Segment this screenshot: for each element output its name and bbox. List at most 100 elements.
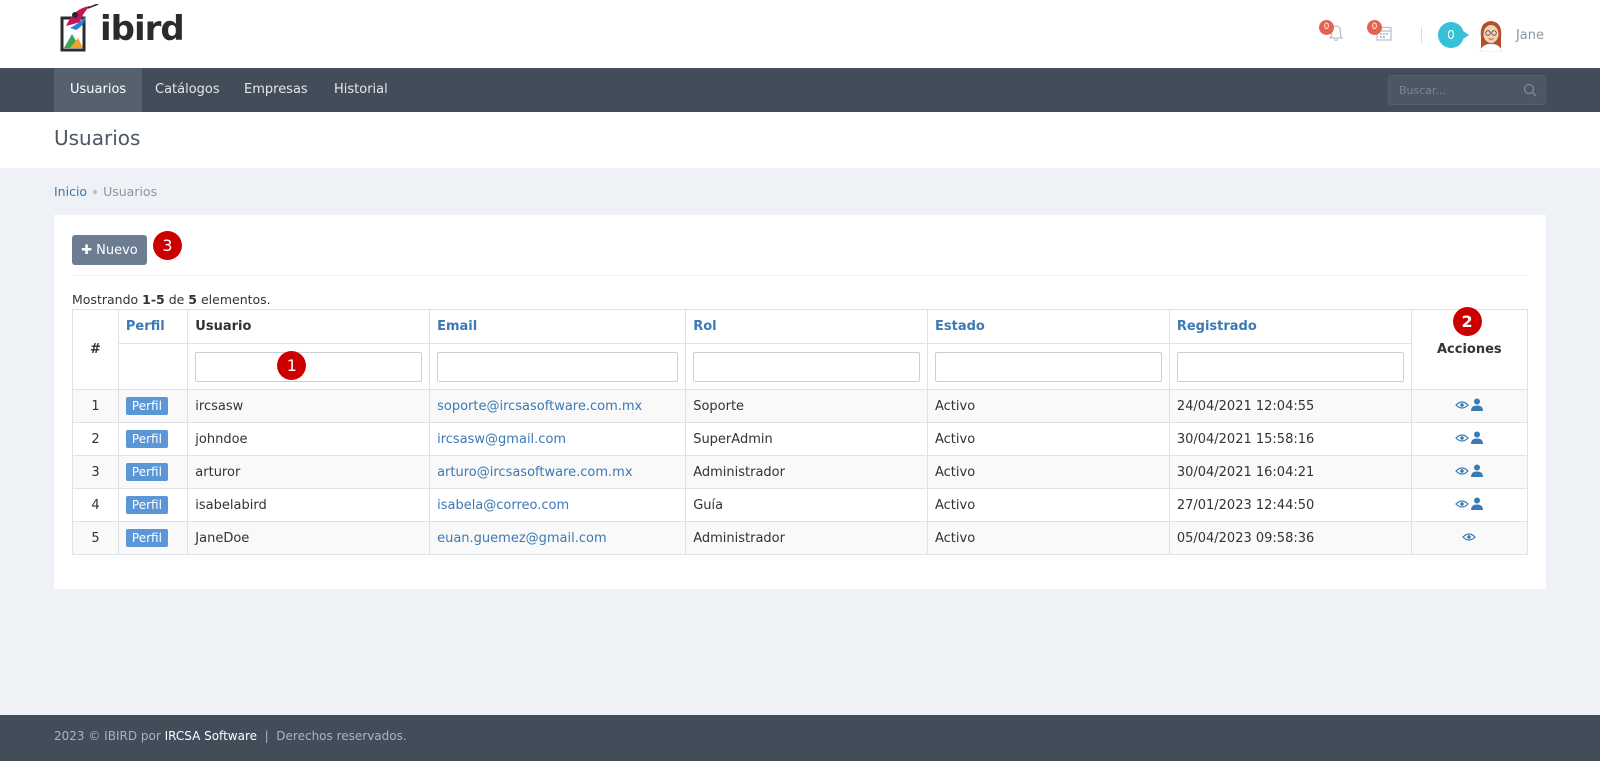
header-actions: 0 0 0 Jane	[1318, 18, 1544, 53]
cell-email-link[interactable]: soporte@ircsasoftware.com.mx	[437, 399, 642, 414]
new-user-label: Nuevo	[96, 242, 138, 258]
row-number: 1	[72, 389, 119, 423]
breadcrumb-home-link[interactable]: Inicio	[54, 184, 87, 199]
page-title: Usuarios	[54, 126, 141, 150]
cell-rol: Soporte	[685, 389, 928, 423]
cell-estado: Activo	[927, 488, 1170, 522]
results-summary: Mostrando 1-5 de 5 elementos.	[72, 292, 271, 307]
view-eye-icon[interactable]	[1462, 531, 1477, 546]
filter-cell-perfil	[117, 343, 189, 390]
notifications-badge: 0	[1318, 20, 1334, 35]
cell-usuario: johndoe	[187, 422, 431, 456]
cell-registrado: 27/01/2023 12:44:50	[1168, 488, 1412, 522]
cell-email-link[interactable]: arturo@ircsasoftware.com.mx	[437, 465, 632, 480]
view-eye-icon[interactable]	[1455, 498, 1470, 513]
users-panel: ✚ Nuevo 3 Mostrando 1-5 de 5 elementos. …	[54, 215, 1546, 589]
search-icon[interactable]	[1523, 83, 1537, 101]
cell-registrado: 30/04/2021 16:04:21	[1168, 455, 1412, 489]
perfil-button[interactable]: Perfil	[125, 397, 168, 415]
calendar-badge: 0	[1366, 20, 1382, 35]
hummingbird-logo-icon	[56, 3, 100, 54]
estado-filter-input[interactable]	[935, 351, 1162, 382]
column-header-rol[interactable]: Rol	[685, 309, 928, 344]
view-eye-icon[interactable]	[1455, 465, 1470, 480]
cell-email-link[interactable]: euan.guemez@gmail.com	[437, 531, 607, 546]
summary-middle: de	[164, 292, 189, 307]
filter-cell-estado	[927, 343, 1170, 390]
summary-suffix: elementos.	[197, 292, 271, 307]
cell-registrado: 24/04/2021 12:04:55	[1168, 389, 1412, 423]
view-eye-icon[interactable]	[1455, 432, 1470, 447]
breadcrumb: Inicio Usuarios	[54, 184, 157, 199]
messages-count-bubble[interactable]: 0	[1437, 22, 1469, 48]
cell-acciones	[1410, 488, 1529, 522]
table-row: 4 Perfil isabelabird isabela@correo.com …	[72, 488, 1529, 522]
footer-company-link[interactable]: IRCSA Software	[165, 729, 257, 743]
column-header-usuario: Usuario	[187, 309, 431, 344]
row-number: 2	[72, 422, 119, 456]
cell-rol: Administrador	[685, 521, 928, 555]
nav-item-historial[interactable]: Historial	[318, 68, 404, 112]
cell-estado: Activo	[927, 422, 1170, 456]
cell-acciones	[1410, 521, 1529, 555]
cell-estado: Activo	[927, 455, 1170, 489]
main-nav: Usuarios Catálogos Empresas Historial	[0, 68, 1600, 112]
row-number: 4	[72, 488, 119, 522]
nav-item-catalogos[interactable]: Catálogos	[139, 68, 236, 112]
search-input[interactable]	[1389, 76, 1509, 104]
perfil-button[interactable]: Perfil	[125, 430, 168, 448]
user-profile-icon[interactable]	[1471, 398, 1484, 415]
filter-row: 1	[73, 343, 1528, 390]
usuario-filter-input[interactable]	[195, 351, 423, 382]
view-eye-icon[interactable]	[1455, 399, 1470, 414]
users-table: # Perfil Usuario Email Rol Estado Regist…	[72, 307, 1529, 555]
column-header-estado[interactable]: Estado	[927, 309, 1170, 344]
cell-usuario: arturor	[187, 455, 431, 489]
table-row: 1 Perfil ircsasw soporte@ircsasoftware.c…	[72, 389, 1529, 423]
summary-total: 5	[188, 292, 197, 307]
cell-usuario: JaneDoe	[187, 521, 431, 555]
filter-cell-usuario: 1	[187, 343, 431, 390]
acciones-label: Acciones	[1436, 342, 1502, 357]
nav-item-empresas[interactable]: Empresas	[228, 68, 324, 112]
user-profile-icon[interactable]	[1471, 497, 1484, 514]
user-name[interactable]: Jane	[1516, 28, 1544, 43]
perfil-button[interactable]: Perfil	[125, 463, 168, 481]
table-row: 5 Perfil JaneDoe euan.guemez@gmail.com A…	[72, 521, 1529, 555]
notifications-button[interactable]: 0	[1318, 20, 1351, 50]
user-profile-icon[interactable]	[1471, 431, 1484, 448]
rol-filter-input[interactable]	[693, 351, 920, 382]
column-header-registrado[interactable]: Registrado	[1168, 309, 1412, 344]
filter-cell-rol	[685, 343, 928, 390]
perfil-button[interactable]: Perfil	[125, 496, 168, 514]
cell-usuario: ircsasw	[187, 389, 431, 423]
column-header-number: #	[72, 309, 119, 390]
plus-icon: ✚	[81, 242, 93, 258]
user-avatar[interactable]	[1476, 18, 1506, 53]
cell-email-link[interactable]: ircsasw@gmail.com	[437, 432, 566, 447]
breadcrumb-current: Usuarios	[103, 184, 158, 199]
column-header-perfil[interactable]: Perfil	[117, 309, 189, 344]
cell-registrado: 30/04/2021 15:58:16	[1168, 422, 1412, 456]
registrado-filter-input[interactable]	[1176, 351, 1404, 382]
logo[interactable]: ibird	[56, 3, 185, 54]
summary-prefix: Mostrando	[72, 292, 143, 307]
email-filter-input[interactable]	[437, 351, 679, 382]
table-header-row: # Perfil Usuario Email Rol Estado Regist…	[72, 307, 1529, 390]
perfil-button[interactable]: Perfil	[125, 529, 168, 547]
filter-cell-registrado	[1168, 343, 1412, 390]
column-header-email[interactable]: Email	[429, 309, 687, 344]
footer-prefix: 2023 © IBIRD por	[54, 729, 165, 743]
new-user-button[interactable]: ✚ Nuevo	[72, 235, 147, 265]
cell-estado: Activo	[927, 389, 1170, 423]
calendar-button[interactable]: 0	[1366, 20, 1399, 50]
user-profile-icon[interactable]	[1471, 464, 1484, 481]
summary-range: 1-5	[142, 292, 165, 307]
footer: 2023 © IBIRD por IRCSA Software | Derech…	[0, 715, 1600, 761]
nav-item-usuarios[interactable]: Usuarios	[54, 68, 143, 112]
cell-usuario: isabelabird	[187, 488, 431, 522]
header-divider	[1420, 27, 1422, 43]
cell-email-link[interactable]: isabela@correo.com	[437, 498, 569, 513]
cell-acciones	[1410, 389, 1529, 423]
page-title-bar: Usuarios	[0, 112, 1600, 168]
